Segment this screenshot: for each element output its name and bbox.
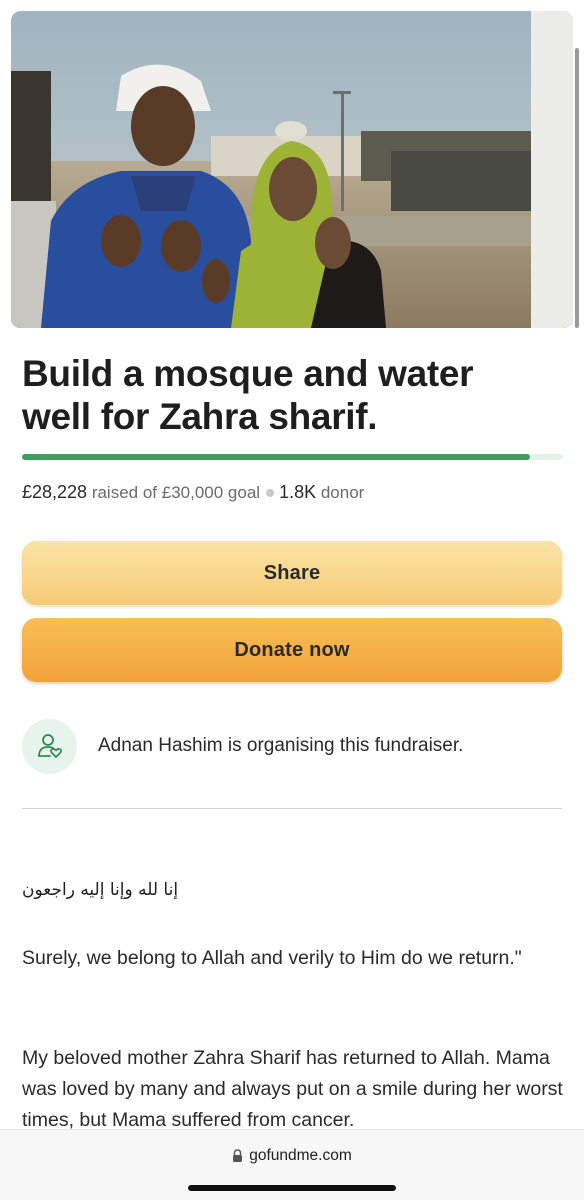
scrollbar[interactable] — [575, 48, 579, 328]
donate-now-button[interactable]: Donate now — [22, 618, 562, 682]
share-button-label: Share — [263, 561, 321, 584]
divider — [22, 808, 562, 809]
campaign-title: Build a mosque and water well for Zahra … — [22, 353, 474, 437]
lock-icon — [232, 1149, 243, 1163]
separator-dot — [266, 488, 275, 497]
home-indicator[interactable] — [188, 1185, 396, 1191]
donor-label: donor — [320, 483, 365, 502]
url-text: gofundme.com — [249, 1147, 352, 1164]
share-button[interactable]: Share — [22, 541, 562, 605]
organiser-text: Adnan Hashim is organising this fundrais… — [98, 735, 464, 756]
organiser-row[interactable]: Adnan Hashim is organising this fundrais… — [22, 718, 562, 774]
campaign-hero-image[interactable] — [11, 11, 573, 328]
organiser-avatar — [22, 718, 77, 774]
story-paragraph-2: My beloved mother Zahra Sharif has retur… — [22, 1047, 563, 1131]
donate-button-label: Donate now — [234, 638, 350, 661]
hero-photo — [11, 11, 573, 328]
raised-of-goal: raised of £30,000 goal — [91, 483, 261, 502]
raised-amount: £28,228 — [22, 482, 88, 502]
progress-bar-fill — [22, 454, 531, 460]
progress-bar — [22, 454, 562, 460]
browser-bottom-bar: gofundme.com — [0, 1129, 584, 1200]
address-bar[interactable]: gofundme.com — [0, 1147, 584, 1165]
arabic-verse: إنا لله وإنا إليه راجعون — [22, 880, 179, 900]
person-heart-icon — [37, 734, 62, 758]
story-paragraph-1: Surely, we belong to Allah and verily to… — [22, 947, 522, 969]
donor-count: 1.8K — [279, 482, 317, 502]
fundraising-stats: £28,228 raised of £30,000 goal 1.8K donor — [22, 481, 562, 504]
